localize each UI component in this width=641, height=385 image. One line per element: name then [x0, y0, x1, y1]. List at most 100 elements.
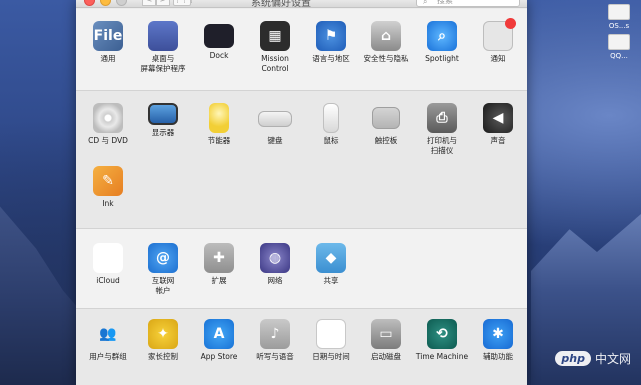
pref-pane-label: 显示器	[151, 128, 175, 137]
parental-controls-icon: ✦	[148, 319, 178, 349]
pref-pane-label: 启动磁盘	[371, 352, 401, 361]
pref-pane-accessibility[interactable]: ✱ 辅助功能	[470, 319, 526, 362]
pref-pane-label: 节能器	[207, 136, 231, 145]
pref-pane-desktop-screensaver[interactable]: 桌面与 屏幕保护程序	[135, 21, 191, 74]
file-icon	[608, 34, 630, 50]
extensions-icon: ✚	[204, 243, 234, 273]
watermark-text: 中文网	[594, 352, 631, 366]
pref-pane-startup-disk[interactable]: ▭ 启动磁盘	[358, 319, 414, 362]
personal-section: File 通用 桌面与 屏幕保护程序 Dock ▦ Mission Control ⚑ 语言与地区…	[76, 9, 527, 91]
pref-pane-label: 打印机与 扫描仪	[427, 136, 457, 155]
icloud-icon: ☁	[93, 243, 123, 273]
pref-pane-label: 日期与时间	[312, 352, 350, 361]
pref-pane-ink[interactable]: ✎ Ink	[80, 166, 136, 209]
pref-pane-extensions[interactable]: ✚ 扩展	[191, 243, 247, 286]
dictation-speech-icon: ♪	[260, 319, 290, 349]
pref-pane-parental-controls[interactable]: ✦ 家长控制	[135, 319, 191, 362]
pref-pane-label: 语言与地区	[312, 54, 350, 63]
ink-icon: ✎	[93, 166, 123, 196]
security-privacy-icon: ⌂	[371, 21, 401, 51]
pref-pane-security-privacy[interactable]: ⌂ 安全性与隐私	[358, 21, 414, 64]
pref-pane-label: Time Machine	[415, 352, 469, 361]
pref-pane-cd-dvd[interactable]: CD 与 DVD	[80, 103, 136, 146]
pref-pane-label: Ink	[102, 199, 114, 208]
pref-pane-sharing[interactable]: ◆ 共享	[303, 243, 359, 286]
pref-pane-network[interactable]: ◍ 网络	[247, 243, 303, 286]
pref-pane-label: 扩展	[211, 276, 227, 285]
mission-control-icon: ▦	[260, 21, 290, 51]
pref-pane-label: 鼠标	[323, 136, 339, 145]
pref-pane-spotlight[interactable]: ⌕ Spotlight	[414, 21, 470, 64]
php-logo: php	[555, 351, 591, 366]
forward-button[interactable]: >	[156, 0, 170, 6]
pref-pane-dock[interactable]: Dock	[191, 21, 247, 61]
zoom-button[interactable]	[116, 0, 127, 6]
pref-pane-label: 触控板	[374, 136, 398, 145]
keyboard-icon	[258, 111, 292, 127]
pref-pane-energy-saver[interactable]: 节能器	[191, 103, 247, 146]
sound-icon: ◀	[483, 103, 513, 133]
pref-pane-icloud[interactable]: ☁ iCloud	[80, 243, 136, 286]
internet-accounts-icon: @	[148, 243, 178, 273]
pref-pane-label: 安全性与隐私	[363, 54, 409, 63]
trackpad-icon	[372, 107, 400, 129]
displays-icon	[148, 103, 178, 125]
system-preferences-window: < > ⋮⋮⋮ 系统偏好设置 ⌕ 搜索 File 通用 桌面与屏幕保护程序 Dock ▦…	[76, 0, 527, 385]
desktop-file-label-1: OS...s	[608, 22, 630, 30]
pref-pane-dictation-speech[interactable]: ♪ 听写与语音	[247, 319, 303, 362]
pref-pane-time-machine[interactable]: ⟲ Time Machine	[414, 319, 470, 362]
desktop-file-label-2: QQ...	[610, 52, 628, 60]
pref-pane-label: 通用	[100, 54, 116, 63]
pref-pane-label: 桌面与 屏幕保护程序	[140, 54, 186, 73]
hardware-section: CD 与 DVD 显示器节能器 键盘 鼠标 触控板 ⎙ 打印机与 扫描仪 ◀ 声音 ✎ Ink	[76, 91, 527, 229]
internet-section: ☁ iCloud @ 互联网 帐户 ✚ 扩展 ◍ 网络 ◆ 共享	[76, 229, 527, 309]
desktop-file-icon-2[interactable]: QQ...	[599, 34, 639, 60]
pref-pane-printers-scanners[interactable]: ⎙ 打印机与 扫描仪	[414, 103, 470, 156]
pref-pane-label: iCloud	[96, 276, 120, 285]
pref-pane-sound[interactable]: ◀ 声音	[470, 103, 526, 146]
pref-pane-date-time[interactable]: 18 日期与时间	[303, 319, 359, 362]
pref-pane-displays[interactable]: 显示器	[135, 103, 191, 138]
pref-pane-label: CD 与 DVD	[88, 136, 128, 145]
file-icon	[608, 4, 630, 20]
search-field[interactable]: ⌕ 搜索	[416, 0, 520, 7]
pref-pane-trackpad[interactable]: 触控板	[358, 103, 414, 146]
pref-pane-label: 声音	[490, 136, 506, 145]
pref-pane-general[interactable]: File 通用	[80, 21, 136, 64]
search-placeholder: 搜索	[437, 0, 453, 5]
printers-scanners-icon: ⎙	[427, 103, 457, 133]
pref-pane-users-groups[interactable]: 👥 用户与群组	[80, 319, 136, 362]
back-button[interactable]: <	[142, 0, 156, 6]
language-region-icon: ⚑	[316, 21, 346, 51]
pref-pane-label: 听写与语音	[256, 352, 294, 361]
mouse-icon	[323, 103, 339, 133]
pref-pane-notifications[interactable]: 通知	[470, 18, 526, 64]
network-icon: ◍	[260, 243, 290, 273]
minimize-button[interactable]	[100, 0, 111, 6]
desktop-screensaver-icon	[148, 21, 178, 51]
sharing-icon: ◆	[316, 243, 346, 273]
pref-pane-internet-accounts[interactable]: @ 互联网 帐户	[135, 243, 191, 296]
pref-pane-label: 家长控制	[148, 352, 178, 361]
pref-pane-app-store[interactable]: A App Store	[191, 319, 247, 362]
pref-pane-language-region[interactable]: ⚑ 语言与地区	[303, 21, 359, 64]
pref-pane-label: Spotlight	[425, 54, 459, 63]
pref-pane-label: 互联网 帐户	[151, 276, 175, 295]
spotlight-icon: ⌕	[427, 21, 457, 51]
energy-saver-icon	[209, 103, 229, 133]
pref-pane-label: 网络	[267, 276, 283, 285]
pref-pane-mission-control[interactable]: ▦ Mission Control	[247, 21, 303, 74]
pref-pane-label: Dock	[209, 51, 229, 60]
cd-dvd-icon	[93, 103, 123, 133]
pref-pane-label: 共享	[323, 276, 339, 285]
navigation-buttons: < >	[142, 0, 170, 6]
pref-pane-label: 辅助功能	[483, 352, 513, 361]
accessibility-icon: ✱	[483, 319, 513, 349]
startup-disk-icon: ▭	[371, 319, 401, 349]
close-button[interactable]	[84, 0, 95, 6]
pref-pane-mouse[interactable]: 鼠标	[303, 103, 359, 146]
pref-pane-label: 通知	[490, 54, 506, 63]
show-all-button[interactable]: ⋮⋮⋮	[173, 0, 195, 6]
pref-pane-keyboard[interactable]: 键盘	[247, 103, 303, 146]
desktop-file-icon-1[interactable]: OS...s	[599, 4, 639, 30]
